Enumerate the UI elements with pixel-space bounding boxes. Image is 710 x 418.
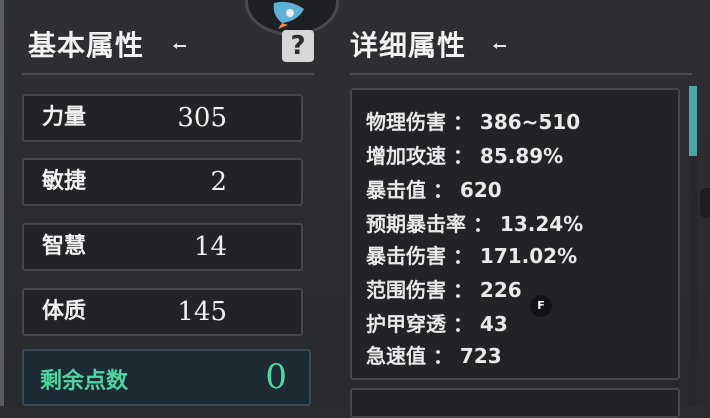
title-marker bbox=[496, 45, 506, 47]
detail-line: 增加攻速 ： 85.89% bbox=[366, 144, 564, 168]
detail-line: 护甲穿透 ： 43 bbox=[366, 312, 508, 336]
stat-row-agility: 敏捷 2 bbox=[22, 158, 303, 206]
detailed-attributes-title: 详细属性 bbox=[350, 29, 467, 62]
interact-hotkey-badge[interactable]: F bbox=[530, 295, 552, 317]
left-header-divider bbox=[22, 73, 314, 75]
next-detail-box bbox=[350, 388, 680, 418]
stat-label: 敏捷 bbox=[42, 169, 87, 194]
detail-line: 暴击值 ： 620 bbox=[366, 178, 502, 202]
help-button[interactable]: ? bbox=[282, 30, 314, 62]
stat-value: 145 bbox=[177, 297, 227, 327]
rocket-icon bbox=[273, 1, 304, 29]
remaining-points-value: 0 bbox=[265, 357, 287, 397]
detail-line: 急速值 ： 723 bbox=[366, 344, 502, 368]
remaining-points-label: 剩余点数 bbox=[40, 369, 129, 394]
stat-label: 力量 bbox=[42, 105, 87, 130]
stat-label: 体质 bbox=[42, 299, 87, 324]
stat-row-constitution: 体质 145 bbox=[22, 288, 303, 336]
stat-value: 14 bbox=[193, 232, 227, 262]
stat-label: 智慧 bbox=[42, 234, 87, 259]
side-collapse-tab[interactable] bbox=[700, 188, 710, 218]
panel-left-border bbox=[0, 0, 4, 406]
title-marker bbox=[176, 45, 186, 47]
basic-attributes-title: 基本属性 bbox=[28, 29, 145, 62]
detail-line: 范围伤害 ： 226 bbox=[366, 278, 522, 302]
detailed-attributes-box: 物理伤害 ： 386~510 增加攻速 ： 85.89% 暴击值 ： 620 预… bbox=[350, 88, 680, 380]
stat-row-strength: 力量 305 bbox=[22, 94, 303, 142]
remaining-points-row: 剩余点数 0 bbox=[22, 349, 311, 406]
stat-row-wisdom: 智慧 14 bbox=[22, 223, 303, 271]
stat-value: 2 bbox=[210, 167, 227, 197]
right-header-divider bbox=[350, 73, 692, 75]
detail-line: 暴击伤害 ： 171.02% bbox=[366, 244, 578, 268]
detail-line: 物理伤害 ： 386~510 bbox=[366, 110, 581, 134]
stat-value: 305 bbox=[177, 103, 227, 133]
detail-line: 预期暴击率 ： 13.24% bbox=[366, 212, 584, 236]
scrollbar-thumb[interactable] bbox=[689, 86, 697, 156]
